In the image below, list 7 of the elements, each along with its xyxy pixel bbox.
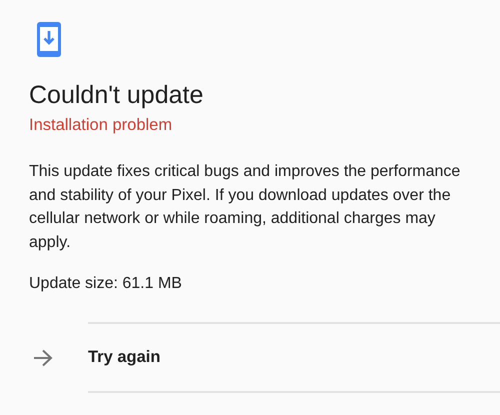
update-size-text: Update size: 61.1 MB bbox=[29, 274, 183, 294]
phone-download-icon bbox=[37, 22, 61, 57]
arrow-icon bbox=[33, 348, 53, 366]
error-subtitle: Installation problem bbox=[29, 115, 174, 136]
description-text: This update fixes critical bugs and improves the performance and stability of your Pixel. If you download updates over the cellular network or while roaming, additional charges may apply. bbox=[29, 162, 462, 252]
try-again-button[interactable]: Try again bbox=[88, 348, 160, 367]
dialog-title: Couldn't update bbox=[29, 80, 204, 110]
